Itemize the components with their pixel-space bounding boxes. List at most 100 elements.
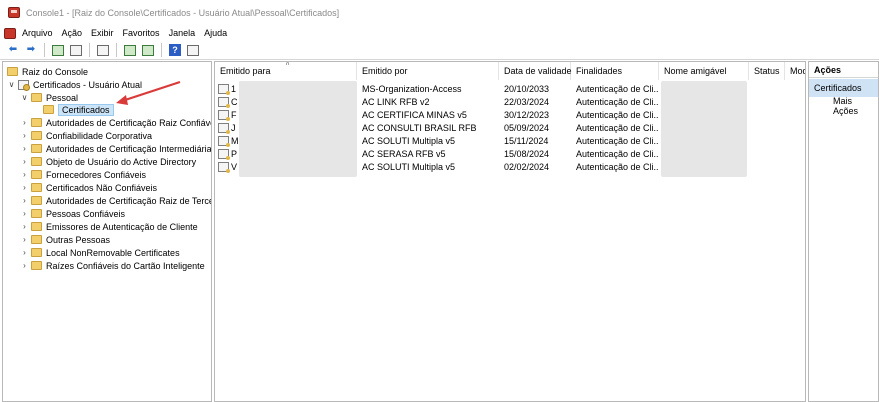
forward-arrow-icon[interactable]: ➡ [24,43,38,57]
folder-icon [31,196,42,205]
cell-issued-to: P [231,148,238,159]
certificate-icon [218,148,230,160]
table-row[interactable]: C AC LINK RFB v2 22/03/2024 Autenticação… [215,95,805,108]
tree-item-label: Fornecedores Confiáveis [46,169,147,180]
column-header-expiration[interactable]: Data de validade [499,62,572,80]
chevron-right-icon[interactable]: › [20,118,29,127]
tree-item-folder[interactable]: › Outras Pessoas [20,233,110,246]
tree-item-folder[interactable]: › Local NonRemovable Certificates [20,246,179,259]
certificate-list-pane: Emitido para ∧ Emitido por Data de valid… [214,61,806,402]
tree-item-folder[interactable]: › Autoridades de Certificação Raiz Confi… [20,116,211,129]
tree-item-folder[interactable]: › Confiabilidade Corporativa [20,129,152,142]
certificate-icon [218,161,230,173]
column-label: Emitido por [362,66,408,76]
column-header-status[interactable]: Status [749,62,785,80]
toolbar-separator [44,43,45,57]
actions-header: Ações [809,62,878,78]
menu-acao[interactable]: Ação [62,28,83,38]
window-title: Console1 - [Raiz do Console\Certificados… [26,7,340,18]
column-label: Emitido para [220,66,271,76]
column-header-purposes[interactable]: Finalidades [571,62,659,80]
chevron-down-icon[interactable]: ∨ [20,93,29,102]
folder-icon [31,131,42,140]
menu-arquivo[interactable]: Arquivo [22,28,53,38]
chevron-right-icon[interactable]: › [20,248,29,257]
refresh-icon[interactable] [123,43,137,57]
back-arrow-icon[interactable]: ⬅ [6,43,20,57]
more-actions-link[interactable]: Mais Ações [809,96,878,116]
chevron-right-icon[interactable]: › [20,183,29,192]
folder-icon [31,118,42,127]
cell-issued-by: AC SOLUTI Multipla v5 [362,135,456,146]
folder-icon [31,170,42,179]
chevron-right-icon[interactable]: › [20,209,29,218]
cell-purposes: Autenticação de Cli... [576,122,658,133]
table-row[interactable]: V AC SOLUTI Multipla v5 02/02/2024 Auten… [215,160,805,173]
certificate-icon [218,96,230,108]
tree-item-folder[interactable]: › Autoridades de Certificação Intermediá… [20,142,212,155]
cell-expiration: 30/12/2023 [504,109,550,120]
export-list-icon[interactable] [141,43,155,57]
cell-issued-by: AC LINK RFB v2 [362,96,430,107]
certificate-icon [218,83,230,95]
help-icon[interactable]: ? [168,43,182,57]
actions-section-certificados[interactable]: Certificados [809,79,878,97]
column-header-template[interactable]: Mod [785,62,805,80]
table-row[interactable]: F AC CERTIFICA MINAS v5 30/12/2023 Auten… [215,108,805,121]
tree-item-folder[interactable]: › Pessoas Confiáveis [20,207,125,220]
cell-purposes: Autenticação de Cli... [576,109,658,120]
folder-icon [31,144,42,153]
chevron-right-icon[interactable]: › [20,222,29,231]
toolbar-separator [161,43,162,57]
tree-item-folder[interactable]: › Fornecedores Confiáveis [20,168,146,181]
properties-icon[interactable] [96,43,110,57]
table-row[interactable]: J AC CONSULTI BRASIL RFB 05/09/2024 Aute… [215,121,805,134]
column-header-friendly-name[interactable]: Nome amigável [659,62,749,80]
chevron-right-icon[interactable]: › [20,144,29,153]
tree-item-label: Autoridades de Certificação Intermediári… [46,143,212,154]
console-tree-pane: Raiz do Console ∨ Certificados - Usuário… [2,61,212,402]
cell-expiration: 22/03/2024 [504,96,550,107]
column-header-issued-to[interactable]: Emitido para ∧ [215,62,357,80]
up-folder-icon[interactable] [51,43,65,57]
chevron-right-icon[interactable]: › [20,261,29,270]
console-menu-icon[interactable] [4,27,16,39]
toolbar-separator [89,43,90,57]
folder-open-icon [43,105,54,114]
show-hide-action-pane-icon[interactable] [186,43,200,57]
chevron-right-icon[interactable]: › [20,131,29,140]
tree-item-certificados[interactable]: Certificados [43,103,114,116]
tree-item-root[interactable]: Raiz do Console [7,65,88,78]
folder-icon [31,222,42,231]
chevron-right-icon[interactable]: › [20,235,29,244]
menu-favoritos[interactable]: Favoritos [123,28,160,38]
toolbar-separator [116,43,117,57]
menu-ajuda[interactable]: Ajuda [204,28,227,38]
show-hide-tree-icon[interactable] [69,43,83,57]
annotation-arrow-icon [116,80,181,105]
cell-issued-to: C [231,96,238,107]
certificate-icon [218,109,230,121]
table-row[interactable]: 1 MS-Organization-Access 20/10/2033 Aute… [215,82,805,95]
menu-janela[interactable]: Janela [169,28,196,38]
cell-purposes: Autenticação de Cli... [576,135,658,146]
folder-icon [31,209,42,218]
tree-item-folder[interactable]: › Raízes Confiáveis do Cartão Inteligent… [20,259,204,272]
table-row[interactable]: M AC SOLUTI Multipla v5 15/11/2024 Auten… [215,134,805,147]
cell-purposes: Autenticação de Cli... [576,96,658,107]
cell-issued-to: M [231,135,239,146]
menu-exibir[interactable]: Exibir [91,28,114,38]
tree-item-label: Certificados Não Confiáveis [46,182,158,193]
tree-item-folder[interactable]: › Autoridades de Certificação Raiz de Te… [20,194,211,207]
chevron-right-icon[interactable]: › [20,170,29,179]
table-row[interactable]: P AC SERASA RFB v5 15/08/2024 Autenticaç… [215,147,805,160]
column-header-issued-by[interactable]: Emitido por [357,62,499,80]
column-label: Finalidades [576,66,623,76]
chevron-down-icon[interactable]: ∨ [7,80,16,89]
cell-issued-to: J [231,122,236,133]
tree-item-folder[interactable]: › Emissores de Autenticação de Cliente [20,220,197,233]
chevron-right-icon[interactable]: › [20,196,29,205]
tree-item-folder[interactable]: › Objeto de Usuário do Active Directory [20,155,196,168]
tree-item-folder[interactable]: › Certificados Não Confiáveis [20,181,157,194]
chevron-right-icon[interactable]: › [20,157,29,166]
